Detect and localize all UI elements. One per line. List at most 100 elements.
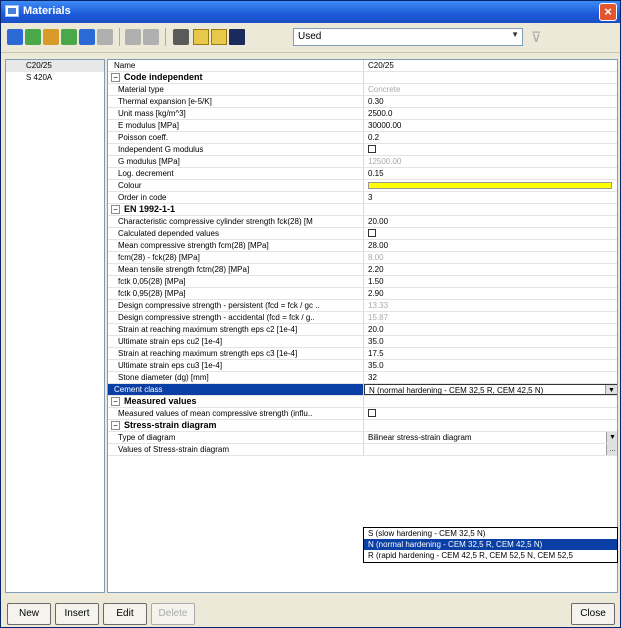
property-value[interactable] bbox=[364, 228, 617, 239]
property-row[interactable]: Calculated depended values bbox=[108, 228, 617, 240]
cement-class-option[interactable]: N (normal hardening - CEM 32,5 R, CEM 42… bbox=[364, 539, 617, 550]
filter-select[interactable]: Used ▼ bbox=[293, 28, 523, 46]
property-row[interactable]: Ultimate strain eps cu2 [1e-4] 35.0 bbox=[108, 336, 617, 348]
property-value[interactable]: 15.87 bbox=[364, 312, 617, 323]
property-row[interactable]: Colour bbox=[108, 180, 617, 192]
property-value[interactable]: 2.20 bbox=[364, 264, 617, 275]
property-value[interactable]: 17.5 bbox=[364, 348, 617, 359]
delete-icon[interactable] bbox=[97, 29, 113, 45]
property-value[interactable]: 32 bbox=[364, 372, 617, 383]
property-row[interactable]: Log. decrement 0.15 bbox=[108, 168, 617, 180]
property-value[interactable]: 3 bbox=[364, 192, 617, 203]
ellipsis-icon[interactable]: … bbox=[606, 444, 617, 455]
colour-swatch[interactable] bbox=[368, 182, 612, 189]
property-row[interactable]: Strain at reaching maximum strength eps … bbox=[108, 324, 617, 336]
cement-class-option[interactable]: R (rapid hardening - CEM 42,5 R, CEM 52,… bbox=[364, 550, 617, 561]
property-row[interactable]: Type of diagram Bilinear stress-strain di… bbox=[108, 432, 617, 444]
property-row[interactable]: Ultimate strain eps cu3 [1e-4] 35.0 bbox=[108, 360, 617, 372]
export-folder-icon[interactable] bbox=[211, 29, 227, 45]
property-value[interactable]: C20/25 bbox=[364, 60, 617, 71]
delete-button[interactable]: Delete bbox=[151, 603, 195, 625]
chevron-down-icon[interactable]: ▼ bbox=[605, 385, 617, 394]
property-value[interactable]: 2500.0 bbox=[364, 108, 617, 119]
property-row[interactable]: Order in code 3 bbox=[108, 192, 617, 204]
new-button[interactable]: New bbox=[7, 603, 51, 625]
checkbox[interactable] bbox=[368, 229, 376, 238]
property-value[interactable]: Bilinear stress-strain diagram ▼ bbox=[364, 432, 617, 443]
cement-class-dropdown-list[interactable]: S (slow hardening - CEM 32,5 N) N (normal… bbox=[363, 527, 618, 563]
property-row[interactable]: fctk 0,95(28) [MPa] 2.90 bbox=[108, 288, 617, 300]
property-row[interactable]: Mean tensile strength fctm(28) [MPa] 2.20 bbox=[108, 264, 617, 276]
property-value[interactable]: 35.0 bbox=[364, 336, 617, 347]
close-button[interactable]: Close bbox=[571, 603, 615, 625]
property-row[interactable]: Cement class N (normal hardening - CEM 32… bbox=[108, 384, 617, 396]
save-icon[interactable] bbox=[229, 29, 245, 45]
property-row[interactable]: Unit mass [kg/m^3] 2500.0 bbox=[108, 108, 617, 120]
property-value[interactable]: 1.50 bbox=[364, 276, 617, 287]
property-value[interactable]: 2.90 bbox=[364, 288, 617, 299]
checkbox[interactable] bbox=[368, 145, 376, 154]
property-row[interactable]: − Measured values bbox=[108, 396, 617, 408]
property-name: E modulus [MPa] bbox=[108, 120, 364, 131]
edit-icon[interactable] bbox=[43, 29, 59, 45]
property-row[interactable]: fctk 0,05(28) [MPa] 1.50 bbox=[108, 276, 617, 288]
property-value[interactable]: 12500.00 bbox=[364, 156, 617, 167]
sort-icon[interactable] bbox=[25, 29, 41, 45]
property-row[interactable]: fcm(28) - fck(28) [MPa] 8.00 bbox=[108, 252, 617, 264]
funnel-icon[interactable]: ⊽ bbox=[531, 29, 545, 45]
property-name-text: Code independent bbox=[124, 72, 203, 82]
insert-button[interactable]: Insert bbox=[55, 603, 99, 625]
property-row[interactable]: − Code independent bbox=[108, 72, 617, 84]
redo-icon[interactable] bbox=[143, 29, 159, 45]
property-value[interactable] bbox=[364, 144, 617, 155]
property-value[interactable]: 20.0 bbox=[364, 324, 617, 335]
property-value[interactable]: N (normal hardening - CEM 32,5 R, CEM 42… bbox=[364, 384, 617, 395]
property-row[interactable]: Stone diameter (dg) [mm] 32 bbox=[108, 372, 617, 384]
property-value[interactable] bbox=[364, 408, 617, 419]
group-value bbox=[364, 420, 617, 431]
print-icon[interactable] bbox=[173, 29, 189, 45]
property-row[interactable]: Characteristic compressive cylinder stre… bbox=[108, 216, 617, 228]
copy-icon[interactable] bbox=[61, 29, 77, 45]
chevron-down-icon[interactable]: ▼ bbox=[606, 432, 617, 443]
toolbar-separator bbox=[165, 28, 166, 46]
property-value[interactable]: 35.0 bbox=[364, 360, 617, 371]
property-row[interactable]: − EN 1992-1-1 bbox=[108, 204, 617, 216]
open-folder-icon[interactable] bbox=[193, 29, 209, 45]
property-row[interactable]: Strain at reaching maximum strength eps … bbox=[108, 348, 617, 360]
property-value[interactable]: … bbox=[364, 444, 617, 455]
material-list-item[interactable]: C20/25 bbox=[6, 60, 104, 72]
property-row[interactable]: Independent G modulus bbox=[108, 144, 617, 156]
new-material-icon[interactable] bbox=[7, 29, 23, 45]
move-icon[interactable] bbox=[79, 29, 95, 45]
property-row[interactable]: Poisson coeff. 0.2 bbox=[108, 132, 617, 144]
close-window-button[interactable]: × bbox=[599, 3, 617, 21]
cement-class-option[interactable]: S (slow hardening - CEM 32,5 N) bbox=[364, 528, 617, 539]
property-value[interactable]: 20.00 bbox=[364, 216, 617, 227]
edit-button[interactable]: Edit bbox=[103, 603, 147, 625]
material-list-item[interactable]: S 420A bbox=[6, 72, 104, 84]
checkbox[interactable] bbox=[368, 409, 376, 418]
property-row[interactable]: E modulus [MPa] 30000.00 bbox=[108, 120, 617, 132]
property-row[interactable]: − Stress-strain diagram bbox=[108, 420, 617, 432]
undo-icon[interactable] bbox=[125, 29, 141, 45]
property-row[interactable]: Name C20/25 bbox=[108, 60, 617, 72]
property-value[interactable] bbox=[364, 180, 617, 191]
property-row[interactable]: Material type Concrete bbox=[108, 84, 617, 96]
property-value[interactable]: 0.15 bbox=[364, 168, 617, 179]
property-value[interactable]: 30000.00 bbox=[364, 120, 617, 131]
property-value[interactable]: 28.00 bbox=[364, 240, 617, 251]
property-row[interactable]: Measured values of mean compressive stre… bbox=[108, 408, 617, 420]
material-list[interactable]: C20/25 S 420A bbox=[5, 59, 105, 593]
property-value[interactable]: 0.30 bbox=[364, 96, 617, 107]
property-row[interactable]: Thermal expansion [e-5/K] 0.30 bbox=[108, 96, 617, 108]
property-value[interactable]: Concrete bbox=[364, 84, 617, 95]
property-value[interactable]: 8.00 bbox=[364, 252, 617, 263]
property-row[interactable]: Design compressive strength - persistent… bbox=[108, 300, 617, 312]
property-value[interactable]: 0.2 bbox=[364, 132, 617, 143]
property-row[interactable]: Design compressive strength - accidental… bbox=[108, 312, 617, 324]
property-row[interactable]: Mean compressive strength fcm(28) [MPa] 2… bbox=[108, 240, 617, 252]
property-row[interactable]: Values of Stress-strain diagram… bbox=[108, 444, 617, 456]
property-value[interactable]: 13.33 bbox=[364, 300, 617, 311]
property-row[interactable]: G modulus [MPa] 12500.00 bbox=[108, 156, 617, 168]
